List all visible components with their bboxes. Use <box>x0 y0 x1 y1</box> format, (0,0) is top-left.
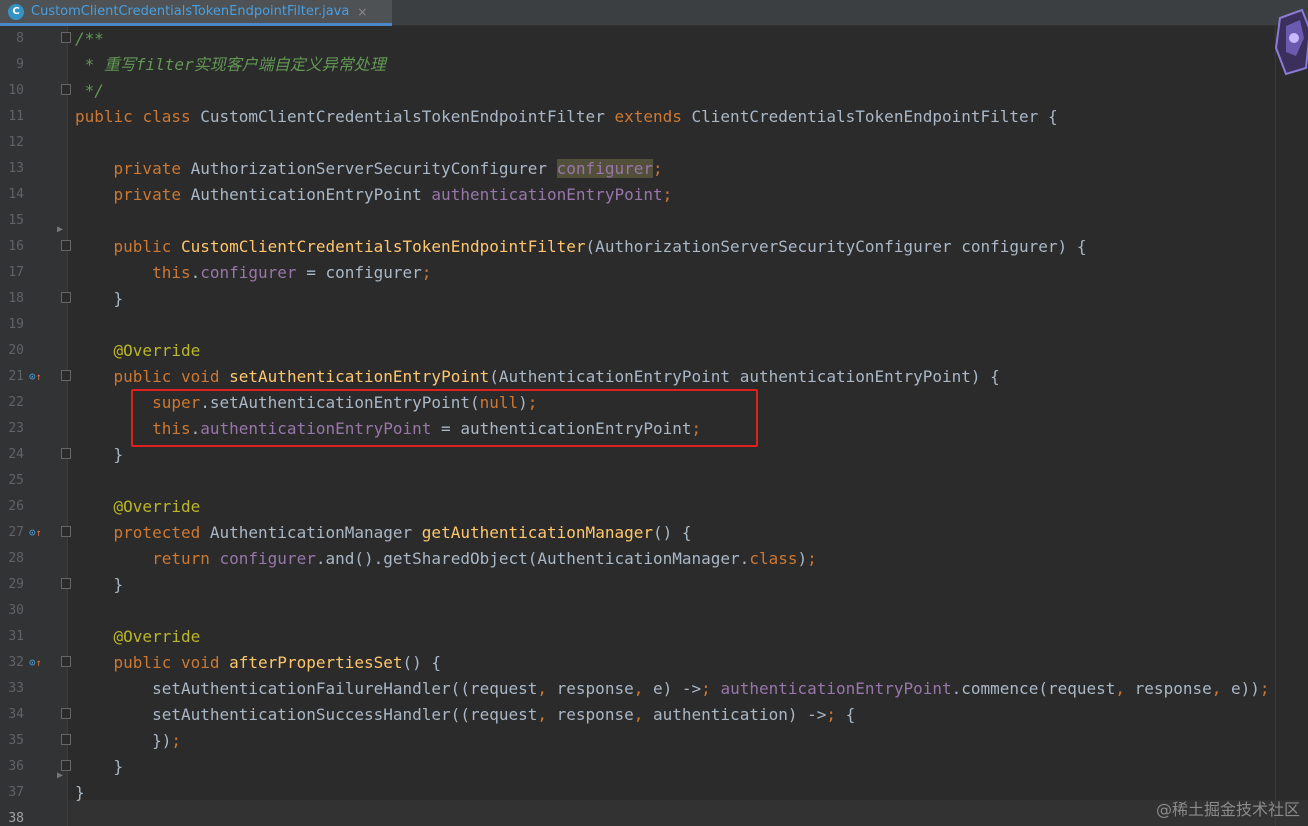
line-number: 18 <box>8 291 24 306</box>
file-tab[interactable]: C CustomClientCredentialsTokenEndpointFi… <box>0 0 392 26</box>
line-number: 31 <box>8 629 24 644</box>
code-line: @Override <box>75 627 201 646</box>
line-number: 25 <box>8 473 24 488</box>
code-line: }); <box>75 731 181 750</box>
code-line: return configurer.and().getSharedObject(… <box>152 549 817 568</box>
java-class-icon: C <box>8 3 24 20</box>
line-number: 30 <box>8 603 24 618</box>
line-number: 34 <box>8 707 24 722</box>
line-number: 15 <box>8 213 24 228</box>
line-number: 26 <box>8 499 24 514</box>
close-tab-icon[interactable]: × <box>357 5 367 19</box>
line-number: 13 <box>8 161 24 176</box>
line-number-current: 38 <box>8 811 24 826</box>
code-line: setAuthenticationFailureHandler((request… <box>75 679 1270 698</box>
line-number: 23 <box>8 421 24 436</box>
code-line: } <box>75 783 85 802</box>
line-number: 14 <box>8 187 24 202</box>
fold-marker[interactable] <box>61 656 71 667</box>
code-line: setAuthenticationSuccessHandler((request… <box>75 705 856 724</box>
right-margin-guide <box>1275 26 1276 826</box>
code-line: public void afterPropertiesSet() { <box>113 653 442 672</box>
code-line: * 重写filter实现客户端自定义异常处理 <box>75 55 386 74</box>
fold-marker[interactable] <box>61 448 71 459</box>
line-number: 12 <box>8 135 24 150</box>
line-number: 19 <box>8 317 24 332</box>
override-method-icon[interactable]: ⊙↑ <box>29 520 42 547</box>
editor-tab-bar: C CustomClientCredentialsTokenEndpointFi… <box>0 0 1308 26</box>
line-number: 20 <box>8 343 24 358</box>
line-number: 11 <box>8 109 24 124</box>
code-line: private AuthorizationServerSecurityConfi… <box>113 159 663 178</box>
code-line: private AuthenticationEntryPoint authent… <box>113 185 673 204</box>
fold-marker[interactable] <box>61 370 71 381</box>
line-number: 33 <box>8 681 24 696</box>
line-number: 24 <box>8 447 24 462</box>
line-number: 17 <box>8 265 24 280</box>
override-method-icon[interactable]: ⊙↑ <box>29 364 42 391</box>
line-number: 32 <box>8 655 24 670</box>
line-number: 21 <box>8 369 24 384</box>
red-highlight-box <box>131 389 758 447</box>
fold-marker[interactable] <box>61 734 71 745</box>
line-number: 22 <box>8 395 24 410</box>
fold-marker[interactable] <box>61 292 71 303</box>
code-line: } <box>75 445 124 464</box>
code-line: } <box>75 575 124 594</box>
fold-marker[interactable] <box>61 32 71 43</box>
fold-arrow-icon[interactable]: ▶ <box>57 224 63 235</box>
code-line: @Override <box>75 341 201 360</box>
fold-marker[interactable] <box>61 526 71 537</box>
line-number: 27 <box>8 525 24 540</box>
code-line: public void setAuthenticationEntryPoint(… <box>113 367 1000 386</box>
fold-marker[interactable] <box>61 84 71 95</box>
line-number: 29 <box>8 577 24 592</box>
code-line: /** <box>75 29 104 48</box>
code-line: */ <box>75 81 104 100</box>
line-number: 35 <box>8 733 24 748</box>
file-tab-title: CustomClientCredentialsTokenEndpointFilt… <box>31 4 350 19</box>
line-number: 37 <box>8 785 24 800</box>
line-number: 36 <box>8 759 24 774</box>
fold-marker[interactable] <box>61 578 71 589</box>
line-number-gutter[interactable]: 8 9 10 11 12 13 14 15 16 17 18 19 20 21 … <box>0 26 71 826</box>
code-line: this.configurer = configurer; <box>152 263 432 282</box>
code-line: public class CustomClientCredentialsToke… <box>75 107 1058 126</box>
fold-marker[interactable] <box>61 708 71 719</box>
fold-marker[interactable] <box>61 240 71 251</box>
line-number: 16 <box>8 239 24 254</box>
avatar-icon <box>1274 8 1308 76</box>
watermark-text: @稀土掘金技术社区 <box>1155 800 1300 819</box>
code-line: public CustomClientCredentialsTokenEndpo… <box>113 237 1087 256</box>
line-number: 10 <box>8 83 24 98</box>
code-line: } <box>75 757 124 776</box>
line-number: 8 <box>16 31 24 46</box>
code-line: @Override <box>75 497 201 516</box>
current-line-highlight <box>68 800 1308 826</box>
fold-arrow-icon[interactable]: ▶ <box>57 770 63 781</box>
line-number: 28 <box>8 551 24 566</box>
code-line: } <box>75 289 124 308</box>
line-number: 9 <box>16 57 24 72</box>
override-method-icon[interactable]: ⊙↑ <box>29 650 42 677</box>
code-line: protected AuthenticationManager getAuthe… <box>113 523 692 542</box>
